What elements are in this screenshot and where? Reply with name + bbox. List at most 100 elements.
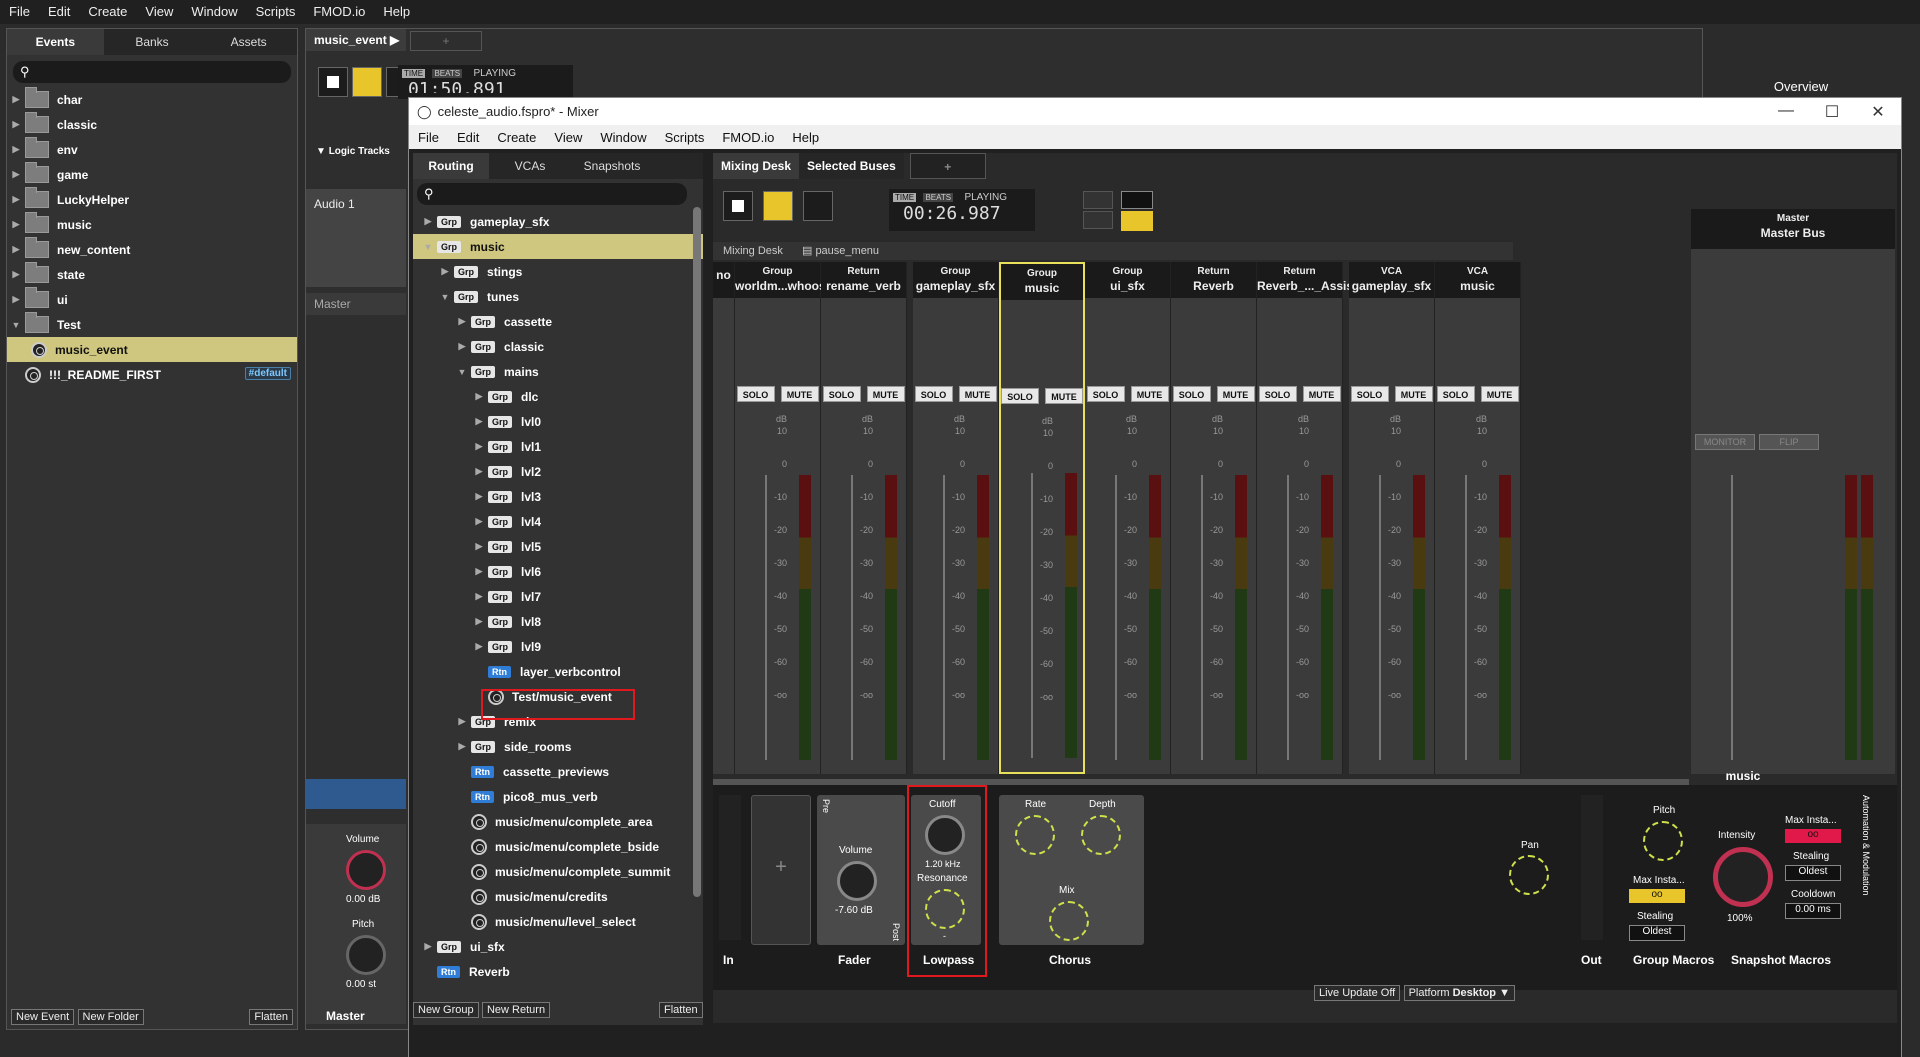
snapshot-stealing-select[interactable]: Oldest [1785,865,1841,881]
new-group-button[interactable]: New Group [413,1002,479,1018]
mixer-strip-6[interactable]: Return Reverb SOLO MUTE dB 10 0 -10 -20 -30 -40 -50… [1171,262,1257,774]
mixer-menu-window[interactable]: Window [591,130,655,145]
routing-item[interactable]: ▶ Grp lvl7 [413,584,703,609]
browser-item[interactable]: ▶ env [7,137,297,162]
menu-edit[interactable]: Edit [39,0,79,24]
routing-item[interactable]: Rtn pico8_mus_verb [413,784,703,809]
snapshot-pause-button[interactable] [1121,211,1153,231]
browser-search-input[interactable]: ⚲ [13,61,291,83]
collapsed-arrow-icon[interactable]: ▶ [7,144,25,155]
routing-item[interactable]: ▶ Grp lvl8 [413,609,703,634]
mute-button[interactable]: MUTE [1302,386,1341,402]
intensity-knob[interactable] [1713,847,1773,907]
expand-arrow-icon[interactable]: ▶ [470,391,488,402]
expand-arrow-icon[interactable]: ▶ [453,341,471,352]
group-max-instances-value[interactable]: oo [1629,889,1685,903]
routing-item[interactable]: ▶ Grp classic [413,334,703,359]
routing-item[interactable]: ▶ Grp side_rooms [413,734,703,759]
expand-arrow-icon[interactable]: ▶ [470,616,488,627]
strip-fader[interactable] [1031,473,1033,758]
routing-item[interactable]: Rtn Reverb [413,959,703,984]
browser-item[interactable]: music_event [7,337,297,362]
browser-flatten-button[interactable]: Flatten [249,1009,293,1025]
add-desk-tab-button[interactable]: + [909,153,986,179]
expand-arrow-icon[interactable]: ▶ [436,266,454,277]
solo-button[interactable]: SOLO [1258,386,1297,402]
browser-item[interactable]: ▶ game [7,162,297,187]
collapsed-arrow-icon[interactable]: ▶ [7,219,25,230]
strip-fader[interactable] [1201,475,1203,760]
mute-button[interactable]: MUTE [866,386,905,402]
mute-button[interactable]: MUTE [1130,386,1169,402]
mixer-menu-scripts[interactable]: Scripts [656,130,714,145]
routing-item[interactable]: Rtn layer_verbcontrol [413,659,703,684]
mute-button[interactable]: MUTE [780,386,819,402]
new-return-button[interactable]: New Return [481,1002,551,1018]
group-stealing-select[interactable]: Oldest [1629,925,1685,941]
routing-item[interactable]: ▶ Grp stings [413,259,703,284]
browser-item[interactable]: ▶ music [7,212,297,237]
tab-selected-buses[interactable]: Selected Buses [799,153,904,179]
breadcrumb-root[interactable]: Mixing Desk [723,245,783,257]
collapsed-arrow-icon[interactable]: ▶ [7,244,25,255]
monitor-button[interactable]: MONITOR [1695,434,1755,450]
expand-arrow-icon[interactable]: ▶ [419,941,437,952]
expand-arrow-icon[interactable]: ▶ [470,541,488,552]
expand-arrow-icon[interactable]: ▶ [470,466,488,477]
browser-item[interactable]: ▶ state [7,262,297,287]
tab-snapshots[interactable]: Snapshots [571,153,653,179]
menu-file[interactable]: File [0,0,39,24]
browser-item[interactable]: ▶ classic [7,112,297,137]
follow-button[interactable] [1083,211,1113,229]
ev-pitch-knob[interactable] [346,935,386,975]
routing-item[interactable]: ▼ Grp tunes [413,284,703,309]
mute-button[interactable]: MUTE [958,386,997,402]
mix-knob[interactable] [1049,901,1089,941]
mute-button[interactable]: MUTE [1394,386,1433,402]
solo-button[interactable]: SOLO [736,386,775,402]
tab-events[interactable]: Events [7,29,104,55]
mixer-menu-file[interactable]: File [409,130,448,145]
play-button[interactable] [352,67,382,97]
timeline-region[interactable] [306,779,406,809]
strip-fader[interactable] [765,475,767,760]
strip-fader[interactable] [1465,475,1467,760]
pan-knob[interactable] [1509,855,1549,895]
routing-item[interactable]: Rtn cassette_previews [413,759,703,784]
mixer-strip-5[interactable]: Group ui_sfx SOLO MUTE dB 10 0 -10 -20 -30 -40 -50 -… [1085,262,1171,774]
mixer-strip-0[interactable]: no [713,262,735,774]
strip-fader[interactable] [1379,475,1381,760]
routing-item[interactable]: music/menu/complete_summit [413,859,703,884]
expand-arrow-icon[interactable]: ▶ [470,591,488,602]
master-fader[interactable] [1731,475,1733,760]
routing-item[interactable]: music/menu/credits [413,884,703,909]
mute-button[interactable]: MUTE [1216,386,1255,402]
expand-arrow-icon[interactable]: ▶ [453,741,471,752]
mixer-strip-7[interactable]: Return Reverb_..._Assist SOLO MUTE dB 10 0 -10 -… [1257,262,1357,774]
browser-item[interactable]: ▼ Test [7,312,297,337]
tab-assets[interactable]: Assets [200,29,297,55]
expand-arrow-icon[interactable]: ▶ [419,216,437,227]
expand-arrow-icon[interactable]: ▶ [470,566,488,577]
group-pitch-knob[interactable] [1643,821,1683,861]
mixer-stop-button[interactable] [723,191,753,221]
logic-tracks-label[interactable]: ▼ Logic Tracks [316,146,390,157]
mixer-menu-view[interactable]: View [545,130,591,145]
fader-deck[interactable]: Pre Volume -7.60 dB Post [817,795,905,945]
routing-item[interactable]: ▶ Grp cassette [413,309,703,334]
mixer-strip-1[interactable]: Group worldm...whoosh SOLO MUTE dB 10 0 -10 -20 -… [735,262,833,774]
mixer-strip-4[interactable]: Group music SOLO MUTE dB 10 0 -10 -20 -30 -40 -50 -6… [999,262,1085,774]
routing-item[interactable]: music/menu/level_select [413,909,703,934]
mute-button[interactable]: MUTE [1480,386,1519,402]
routing-item[interactable]: ▶ Grp lvl2 [413,459,703,484]
expand-arrow-icon[interactable]: ▶ [453,316,471,327]
browser-item[interactable]: ▶ LuckyHelper [7,187,297,212]
menu-create[interactable]: Create [79,0,136,24]
expand-arrow-icon[interactable]: ▶ [453,716,471,727]
routing-item[interactable]: ▶ Grp lvl0 [413,409,703,434]
routing-item[interactable]: ▶ Grp lvl4 [413,509,703,534]
collapsed-arrow-icon[interactable]: ▶ [7,269,25,280]
stop-button[interactable] [318,67,348,97]
menu-scripts[interactable]: Scripts [247,0,305,24]
browser-item[interactable]: ▶ new_content [7,237,297,262]
